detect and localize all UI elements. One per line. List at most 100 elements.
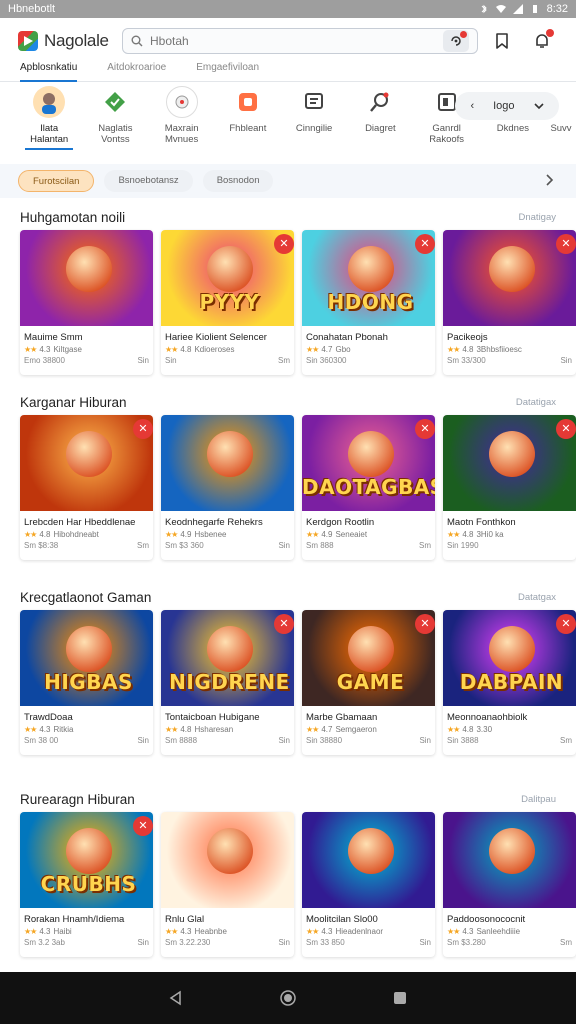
notifications-button[interactable]: [526, 25, 558, 57]
app-card[interactable]: PYYY ✕ Hariee Kiolient Selencer ★★ 4.8 Kdioer…: [161, 230, 294, 375]
app-meta: ★★ 4.3 Ritkia: [20, 723, 153, 734]
status-time: 8:32: [546, 3, 568, 15]
category-label-2b: Mvnues: [164, 134, 199, 145]
app-name: Conahatan Pbonah: [306, 332, 388, 343]
character-art: [206, 828, 253, 874]
app-price: Sm 3.22.230: [165, 938, 211, 947]
chip-0[interactable]: Furotscilan: [18, 170, 95, 192]
app-card[interactable]: CRUBHS ✕ Rorakan Hnamh/Idiema ★★ 4.3 Haibi Sm …: [20, 812, 153, 957]
section-more-link[interactable]: Datatigax: [516, 397, 556, 408]
close-badge-icon[interactable]: ✕: [556, 234, 576, 254]
section-title: Huhgamotan noili: [20, 209, 126, 225]
app-name: Mauime Smm: [24, 332, 83, 343]
card-row: Mauime Smm ★★ 4.3 Kiltgase Emo 38800 Sin PYYY ✕…: [0, 230, 576, 375]
chip-1[interactable]: Bsnoebotansz: [104, 170, 193, 192]
tab-entertainment[interactable]: Emgaefiviloan: [196, 60, 259, 82]
chevron-right-icon[interactable]: [544, 173, 554, 187]
battery-icon: [532, 5, 537, 13]
app-thumbnail: DABPAIN ✕: [443, 610, 576, 706]
close-badge-icon[interactable]: ✕: [274, 614, 294, 634]
app-size: Sin: [560, 356, 572, 365]
app-name: Kerdgon Rootlin: [306, 517, 375, 528]
category-item-0[interactable]: Ilata Halantan: [16, 86, 82, 160]
rating-stars-icon: ★★: [306, 345, 319, 354]
category-item-4[interactable]: Cinngilie: [281, 86, 347, 160]
category-item-5[interactable]: Diagret: [347, 86, 413, 160]
close-badge-icon[interactable]: ✕: [415, 419, 435, 439]
close-badge-icon[interactable]: ✕: [133, 816, 153, 836]
app-card[interactable]: ✕ Lrebcden Har Hbeddlenae ★★ 4.8 Hibohdneabt…: [20, 415, 153, 560]
status-left-text: Hbnebotlt: [8, 3, 56, 15]
app-footer: Sin 38880 Sin: [302, 734, 435, 745]
section-more-link[interactable]: Datatgax: [518, 592, 556, 603]
app-card[interactable]: Keodnhegarfe Rehekrs ★★ 4.9 Hsbenee Sm $3 36…: [161, 415, 294, 560]
category-label-0a: Ilata: [40, 123, 59, 134]
app-price: Sm 33 850: [306, 938, 345, 947]
tab-audio[interactable]: Aitdokroarioe: [107, 60, 166, 82]
app-card[interactable]: Mauime Smm ★★ 4.3 Kiltgase Emo 38800 Sin: [20, 230, 153, 375]
app-card[interactable]: ✕ Pacikeojs ★★ 4.8 3Bhbsfiioesc Sm 33/300 Sin: [443, 230, 576, 375]
search-input[interactable]: [150, 34, 436, 48]
app-card[interactable]: DABPAIN ✕ Meonnoanaohbiolk ★★ 4.8 3.30 Sin 388…: [443, 610, 576, 755]
app-rating: 4.8: [462, 345, 474, 354]
chip-2[interactable]: Bosnodon: [202, 170, 274, 192]
character-art: [488, 246, 535, 292]
app-card[interactable]: Paddoosonococnit ★★ 4.3 Sanleehdiiie Sm $3.2…: [443, 812, 576, 957]
search-icon: [131, 35, 143, 47]
close-badge-icon[interactable]: ✕: [415, 614, 435, 634]
thumbnail-title-art: PYYY: [199, 290, 260, 314]
app-card[interactable]: GAME ✕ Marbe Gbamaan ★★ 4.7 Semgaeron Sin 3888…: [302, 610, 435, 755]
home-icon[interactable]: [279, 989, 297, 1007]
bookmark-icon: [496, 33, 508, 49]
app-card[interactable]: ✕ Maotn Fonthkon ★★ 4.8 3Hi0 ka Sin 1990: [443, 415, 576, 560]
close-badge-icon[interactable]: ✕: [415, 234, 435, 254]
category-selector[interactable]: ‹ Iogo: [455, 92, 559, 120]
category-item-2[interactable]: Maxrain Mvnues: [149, 86, 215, 160]
category-label-0b: Halantan: [30, 134, 69, 145]
app-logo[interactable]: Nagolale: [18, 31, 122, 51]
section-more-link[interactable]: Dalitpau: [521, 794, 556, 805]
app-card[interactable]: Rnlu Glal ★★ 4.3 Heabnbe Sm 3.22.230 Sin: [161, 812, 294, 957]
app-subtitle: Hsbenee: [194, 530, 227, 539]
bookmark-button[interactable]: [486, 25, 518, 57]
app-card[interactable]: HIGBAS TrawdDoaa ★★ 4.3 Ritkia Sm 38 00 Sin: [20, 610, 153, 755]
section-header: Karganar Hiburan Datatigax: [0, 389, 576, 415]
section-0: Huhgamotan noili Dnatigay Mauime Smm ★★ 4.3 K…: [0, 204, 576, 375]
primary-tabs: Apblosnkatiu Aitdokroarioe Emgaefiviloan: [0, 60, 576, 82]
category-item-3[interactable]: Fhbleant: [215, 86, 281, 160]
close-badge-icon[interactable]: ✕: [133, 419, 153, 439]
app-thumbnail: [443, 812, 576, 908]
system-nav-bar: [0, 972, 576, 1024]
app-price: Sm 8888: [165, 736, 198, 745]
app-footer: Sin 360300: [302, 354, 435, 365]
app-thumbnail: ✕: [20, 415, 153, 511]
category-item-1[interactable]: Naglatis Vontss: [82, 86, 148, 160]
app-subtitle: Sanleehdiiie: [476, 927, 521, 936]
section-more-link[interactable]: Dnatigay: [519, 212, 557, 223]
character-art: [488, 626, 535, 672]
app-card[interactable]: NIGDRENE ✕ Tontaicboan Hubigane ★★ 4.8 Hshare…: [161, 610, 294, 755]
back-icon[interactable]: [168, 990, 184, 1006]
app-subtitle: Hsharesan: [194, 725, 234, 734]
app-card[interactable]: HDONG ✕ Conahatan Pbonah ★★ 4.7 Gbo Sin 360300: [302, 230, 435, 375]
search-bar[interactable]: [122, 28, 478, 54]
close-badge-icon[interactable]: ✕: [274, 234, 294, 254]
lens-button[interactable]: [443, 30, 469, 52]
app-subtitle: Gbo: [335, 345, 351, 354]
category-label-8: Suvv: [550, 123, 572, 134]
recents-icon[interactable]: [392, 990, 408, 1006]
avatar-icon: [33, 86, 66, 118]
rating-stars-icon: ★★: [165, 927, 178, 936]
app-size: Sm: [419, 541, 431, 550]
tab-applications[interactable]: Apblosnkatiu: [20, 60, 78, 82]
app-card[interactable]: DAOTAGBAS ✕ Kerdgon Rootlin ★★ 4.9 Seneaiet Sm…: [302, 415, 435, 560]
app-name: Paddoosonococnit: [447, 914, 526, 925]
app-rating: 4.7: [321, 345, 333, 354]
card-row: ✕ Lrebcden Har Hbeddlenae ★★ 4.8 Hibohdneabt…: [0, 415, 576, 560]
close-badge-icon[interactable]: ✕: [556, 419, 576, 439]
app-card[interactable]: Moolitcilan Slo00 ★★ 4.3 Hieadenlnaor Sm 33 …: [302, 812, 435, 957]
app-subtitle: Kiltgase: [53, 345, 82, 354]
close-badge-icon[interactable]: ✕: [556, 614, 576, 634]
notification-dot: [546, 29, 554, 37]
app-thumbnail: NIGDRENE ✕: [161, 610, 294, 706]
